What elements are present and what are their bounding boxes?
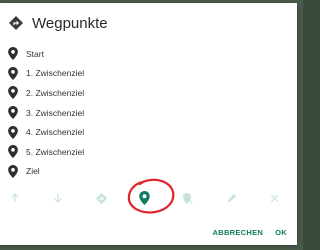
waypoint-item-5[interactable]: 5. Zwischenziel (8, 142, 288, 162)
waypoint-label: Start (26, 48, 44, 59)
map-marker-icon (8, 164, 18, 178)
waypoint-item-start[interactable]: Start (8, 44, 288, 64)
waypoint-item-4[interactable]: 4. Zwischenziel (8, 122, 288, 142)
arrow-down-icon (54, 194, 63, 203)
waypoint-label: 1. Zwischenziel (26, 68, 85, 79)
directions-icon (95, 192, 108, 204)
close-icon (271, 194, 279, 202)
waypoint-list: Start 1. Zwischenziel 2. Zwischenziel 3.… (8, 44, 288, 181)
waypoint-item-3[interactable]: 3. Zwischenziel (8, 103, 288, 123)
waypoint-label: 4. Zwischenziel (26, 127, 85, 138)
delete-button[interactable] (268, 191, 282, 205)
directions-icon (9, 16, 23, 30)
edit-button[interactable] (225, 191, 239, 205)
move-down-button[interactable] (51, 191, 65, 205)
remove-marker-button[interactable] (181, 191, 195, 205)
add-marker-button[interactable] (138, 191, 152, 205)
waypoint-item-2[interactable]: 2. Zwischenziel (8, 83, 288, 103)
map-marker-icon (139, 191, 151, 205)
waypoint-item-1[interactable]: 1. Zwischenziel (8, 64, 288, 84)
waypoint-item-destination[interactable]: Ziel (8, 162, 288, 182)
dialog-actions: ABBRECHEN OK (213, 228, 287, 237)
waypoint-label: 5. Zwischenziel (26, 146, 85, 157)
waypoint-label: 2. Zwischenziel (26, 87, 85, 98)
waypoint-toolbar (8, 188, 282, 208)
cancel-button[interactable]: ABBRECHEN (213, 228, 264, 237)
ok-button[interactable]: OK (275, 228, 287, 237)
dialog-title: Wegpunkte (32, 14, 108, 32)
edit-icon (227, 194, 236, 202)
arrow-up-icon (11, 193, 19, 202)
map-marker-icon (8, 66, 18, 80)
waypoint-label: 3. Zwischenziel (26, 107, 85, 118)
map-marker-icon (8, 125, 18, 139)
marker-off-icon (183, 192, 194, 204)
map-marker-icon (8, 145, 18, 159)
map-marker-icon (8, 86, 18, 100)
dialog-header: Wegpunkte (8, 12, 108, 34)
route-button[interactable] (95, 191, 109, 205)
waypoints-dialog: Wegpunkte Start 1. Zwischenziel 2. Zwisc… (0, 3, 297, 245)
map-marker-icon (8, 106, 18, 120)
move-up-button[interactable] (8, 191, 22, 205)
map-marker-icon (8, 47, 18, 61)
waypoint-label: Ziel (26, 166, 40, 177)
